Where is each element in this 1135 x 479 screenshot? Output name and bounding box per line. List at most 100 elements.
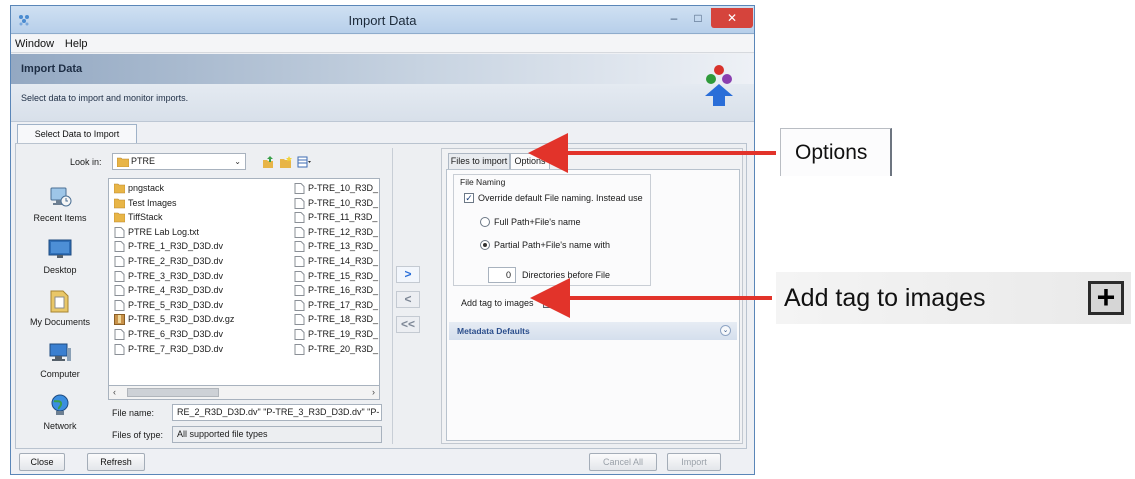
file-list-item[interactable]: PTRE Lab Log.txt <box>111 225 291 240</box>
file-name: P-TRE_5_R3D_D3D.dv <box>128 299 224 310</box>
radio-partial-path[interactable] <box>480 240 490 250</box>
file-list-item[interactable]: P-TRE_14_R3D_ <box>291 254 379 269</box>
file-name: pngstack <box>128 183 165 193</box>
look-in-value: PTRE <box>131 156 156 166</box>
title-bar[interactable]: Import Data – □ ✕ <box>11 6 754 34</box>
file-name: P-TRE_20_R3D_ <box>308 343 379 354</box>
scroll-right-icon[interactable]: › <box>372 386 375 399</box>
horizontal-scrollbar[interactable]: ‹ › <box>108 386 380 400</box>
folder-icon <box>114 212 125 223</box>
file-icon <box>294 328 305 340</box>
close-button[interactable]: Close <box>19 453 65 471</box>
file-type-select[interactable]: All supported file types <box>172 426 382 443</box>
tab-files-to-import[interactable]: Files to import <box>448 153 510 169</box>
file-name: P-TRE_12_R3D_ <box>308 226 379 237</box>
file-name: P-TRE_14_R3D_ <box>308 255 379 266</box>
menu-bar: Window Help <box>11 35 754 53</box>
file-list-item[interactable]: P-TRE_16_R3D_ <box>291 283 379 298</box>
import-button[interactable]: Import <box>667 453 721 471</box>
place-label: Desktop <box>43 265 77 275</box>
file-list-column-1: pngstack Test Images TiffStack PTRE Lab Log… <box>111 181 291 356</box>
place-computer[interactable]: Computer <box>20 340 100 379</box>
file-list-item[interactable]: P-TRE_19_R3D_ <box>291 327 379 342</box>
tab-options[interactable]: Options <box>510 153 550 169</box>
file-list-item[interactable]: P-TRE_1_R3D_D3D.dv <box>111 239 291 254</box>
file-list-item[interactable]: P-TRE_12_R3D_ <box>291 225 379 240</box>
close-window-button[interactable]: ✕ <box>711 8 753 28</box>
radio-partial-path-label: Partial Path+File's name with <box>494 240 611 250</box>
place-my-documents[interactable]: My Documents <box>20 288 100 327</box>
file-list-item[interactable]: P-TRE_5_R3D_D3D.dv.gz <box>111 312 291 327</box>
file-name: P-TRE_18_R3D_ <box>308 314 379 325</box>
omero-logo-icon <box>705 65 733 106</box>
options-tab-body: File Naming ✓ Override default File nami… <box>446 169 740 441</box>
up-folder-icon[interactable] <box>261 155 275 169</box>
file-list-item[interactable]: P-TRE_10_R3D_ <box>291 196 379 211</box>
cancel-all-button[interactable]: Cancel All <box>589 453 657 471</box>
file-name: P-TRE_16_R3D_ <box>308 285 379 296</box>
file-icon <box>294 226 305 238</box>
add-to-queue-button[interactable]: > <box>396 266 420 283</box>
file-list-item[interactable]: P-TRE_4_R3D_D3D.dv <box>111 283 291 298</box>
file-name-input[interactable]: RE_2_R3D_D3D.dv" "P-TRE_3_R3D_D3D.dv" "P… <box>172 404 382 421</box>
folder-icon <box>114 198 125 208</box>
maximize-button[interactable]: □ <box>687 8 709 28</box>
file-icon <box>294 255 305 267</box>
recent-items-icon <box>50 187 72 207</box>
add-tag-button[interactable]: + <box>543 296 555 308</box>
place-recent-items[interactable]: Recent Items <box>20 184 100 223</box>
banner-subtitle: Select data to import and monitor import… <box>21 93 189 103</box>
file-icon <box>294 241 305 253</box>
file-name: P-TRE_7_R3D_D3D.dv <box>128 343 224 354</box>
documents-icon <box>50 290 69 313</box>
scroll-left-icon[interactable]: ‹ <box>113 386 116 399</box>
radio-full-path[interactable] <box>480 217 490 227</box>
menu-help[interactable]: Help <box>61 35 92 50</box>
look-in-label: Look in: <box>70 157 102 167</box>
file-list-item[interactable]: pngstack <box>111 181 291 196</box>
file-icon <box>114 241 125 253</box>
directories-before-file-input[interactable]: 0 <box>488 267 516 283</box>
file-list-item[interactable]: P-TRE_11_R3D_ <box>291 210 379 225</box>
file-list-item[interactable]: P-TRE_17_R3D_ <box>291 298 379 313</box>
file-list-item[interactable]: P-TRE_18_R3D_ <box>291 312 379 327</box>
override-naming-checkbox[interactable]: ✓ <box>464 193 474 203</box>
scrollbar-thumb[interactable] <box>127 388 219 397</box>
file-type-label: Files of type: <box>112 430 164 440</box>
place-network[interactable]: Network <box>20 392 100 431</box>
place-desktop[interactable]: Desktop <box>20 236 100 275</box>
menu-window[interactable]: Window <box>11 35 58 50</box>
file-list-item[interactable]: P-TRE_3_R3D_D3D.dv <box>111 269 291 284</box>
remove-from-queue-button[interactable]: < <box>396 291 420 308</box>
file-list-item[interactable]: P-TRE_20_R3D_ <box>291 342 379 357</box>
file-list-item[interactable]: P-TRE_7_R3D_D3D.dv <box>111 342 291 357</box>
metadata-defaults-bar[interactable]: Metadata Defaults ⌄ <box>449 322 737 340</box>
folder-icon <box>114 183 125 194</box>
place-label: Network <box>43 421 77 431</box>
desktop-icon <box>48 239 72 258</box>
header-banner: Import Data Select data to import and mo… <box>11 54 754 122</box>
new-folder-icon[interactable] <box>279 155 293 169</box>
minimize-button[interactable]: – <box>663 8 685 28</box>
file-list-item[interactable]: P-TRE_6_R3D_D3D.dv <box>111 327 291 342</box>
file-list[interactable]: pngstack Test Images TiffStack PTRE Lab Log… <box>108 178 380 386</box>
file-list-item[interactable]: P-TRE_10_R3D_ <box>291 181 379 196</box>
file-list-item[interactable]: P-TRE_13_R3D_ <box>291 239 379 254</box>
tab-select-data[interactable]: Select Data to Import <box>17 124 137 144</box>
file-list-item[interactable]: P-TRE_15_R3D_ <box>291 269 379 284</box>
file-list-item[interactable]: TiffStack <box>111 210 291 225</box>
file-list-item[interactable]: P-TRE_5_R3D_D3D.dv <box>111 298 291 313</box>
file-icon <box>114 270 125 282</box>
file-icon <box>294 314 305 326</box>
expand-chevron-icon[interactable]: ⌄ <box>720 325 731 336</box>
file-name: P-TRE_5_R3D_D3D.dv.gz <box>128 314 235 325</box>
remove-all-button[interactable]: << <box>396 316 420 333</box>
file-name: P-TRE_13_R3D_ <box>308 241 379 252</box>
file-name: P-TRE_4_R3D_D3D.dv <box>128 285 224 296</box>
refresh-button[interactable]: Refresh <box>87 453 145 471</box>
file-list-item[interactable]: Test Images <box>111 196 291 211</box>
file-list-item[interactable]: P-TRE_2_R3D_D3D.dv <box>111 254 291 269</box>
computer-icon <box>49 343 71 361</box>
view-menu-icon[interactable] <box>297 155 311 169</box>
look-in-select[interactable]: PTRE ⌄ <box>112 153 246 170</box>
